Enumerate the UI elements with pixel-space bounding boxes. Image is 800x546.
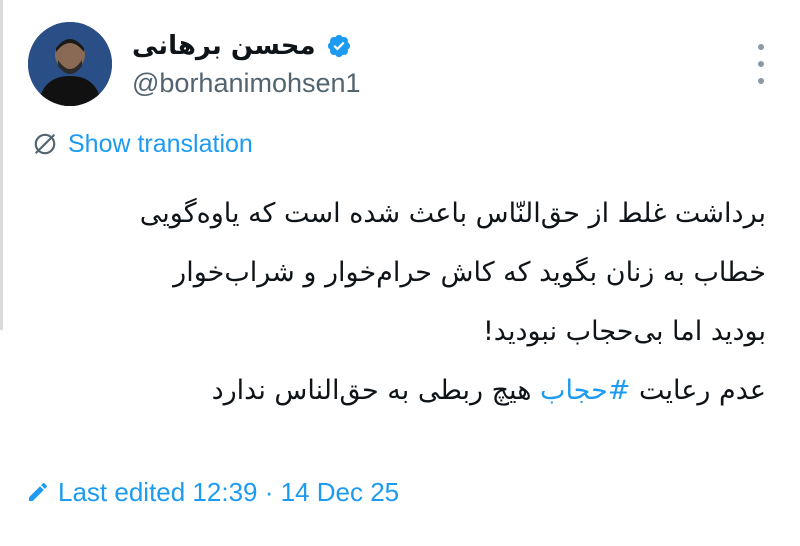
tweet-line: عدم رعایت #حجاب هیچ ربطی به حق‌الناس ندا… (26, 361, 766, 420)
show-translation-link[interactable]: Show translation (32, 128, 253, 160)
show-translation-label: Show translation (68, 129, 253, 158)
more-options-button[interactable] (754, 44, 768, 84)
more-vertical-icon (758, 44, 764, 50)
translate-globe-icon (34, 133, 56, 155)
tweet-card: محسن برهانی @borhanimohsen1 Show transla… (0, 0, 800, 546)
avatar-image (28, 22, 112, 106)
tweet-line: خطاب به زنان بگوید که کاش حرام‌خوار و شر… (173, 257, 766, 288)
author-names: محسن برهانی @borhanimohsen1 (132, 30, 361, 99)
tweet-header: محسن برهانی @borhanimohsen1 (28, 22, 780, 112)
hashtag-link[interactable]: #حجاب (540, 375, 630, 406)
last-edited-link[interactable]: Last edited 12:39 · 14 Dec 25 (26, 474, 399, 510)
display-name[interactable]: محسن برهانی (132, 31, 316, 61)
tweet-text-segment: هیچ ربطی به حق‌الناس ندارد (211, 375, 541, 406)
user-handle[interactable]: @borhanimohsen1 (132, 68, 361, 99)
tweet-text: برداشت غلط از حق‌النّاس باعث شده است که … (26, 184, 766, 420)
verified-badge-icon (327, 34, 350, 58)
tweet-text-segment: عدم رعایت (630, 375, 766, 406)
avatar[interactable] (28, 22, 112, 106)
tweet-line: برداشت غلط از حق‌النّاس باعث شده است که … (139, 198, 766, 229)
pencil-icon (29, 482, 48, 501)
tweet-line: بودید اما بی‌حجاب نبودید! (482, 316, 766, 347)
name-row: محسن برهانی (132, 30, 361, 62)
last-edited-label: Last edited 12:39 · 14 Dec 25 (58, 476, 400, 507)
